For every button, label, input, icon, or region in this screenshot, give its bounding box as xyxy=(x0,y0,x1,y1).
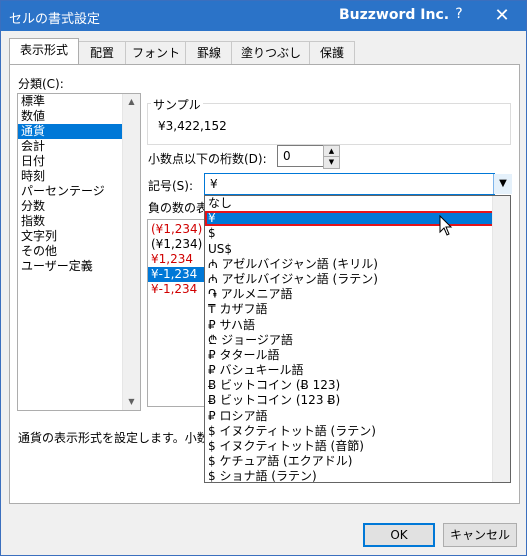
symbol-option[interactable]: $ xyxy=(205,226,510,241)
symbol-list-scrollbar[interactable] xyxy=(492,196,510,482)
tab-alignment[interactable]: 配置 xyxy=(77,41,127,64)
category-label: 分類(C): xyxy=(18,77,64,91)
symbol-option[interactable]: ₽ ロシア語 xyxy=(205,409,510,424)
symbol-option[interactable]: Ƀ ビットコイン (123 Ƀ) xyxy=(205,393,510,408)
symbol-dropdown-list[interactable]: なし ¥ $ US$ ₼ アゼルバイジャン語 (キリル) ₼ アゼルバイジャン語 (ラテン… xyxy=(204,195,511,483)
symbol-option[interactable]: ֏ アルメニア語 xyxy=(205,287,510,302)
negative-numbers-label: 負の数の表 xyxy=(148,201,209,215)
symbol-label: 記号(S): xyxy=(148,179,194,193)
symbol-option[interactable]: ₸ カザフ語 xyxy=(205,302,510,317)
symbol-option[interactable]: $ ケチュア語 (エクアドル) xyxy=(205,454,510,469)
decimal-places-label: 小数点以下の桁数(D): xyxy=(148,152,267,166)
close-button[interactable]: ✕ xyxy=(488,5,516,27)
window-title: セルの書式設定 xyxy=(9,12,101,27)
symbol-option[interactable]: ₽ バシュキール語 xyxy=(205,363,510,378)
scroll-down-icon[interactable]: ▼ xyxy=(123,394,140,410)
symbol-option[interactable]: $ イヌクティトット語 (ラテン) xyxy=(205,424,510,439)
symbol-select[interactable]: ¥ xyxy=(204,173,495,195)
tab-protection[interactable]: 保護 xyxy=(309,41,355,64)
sample-label: サンプル xyxy=(151,96,203,113)
negative-format-item[interactable]: ¥-1,234 xyxy=(148,282,208,297)
title-bar: セルの書式設定 Buzzword Inc. ? ✕ xyxy=(1,1,526,31)
spin-down-icon[interactable]: ▼ xyxy=(323,156,340,169)
symbol-option[interactable]: ₽ サハ語 xyxy=(205,318,510,333)
symbol-option[interactable]: なし xyxy=(205,196,510,211)
sample-value: ¥3,422,152 xyxy=(158,119,227,133)
format-description: 通貨の表示形式を設定します。小数点 xyxy=(18,431,221,445)
negative-format-item[interactable]: ¥1,234 xyxy=(148,252,208,267)
symbol-option[interactable]: ₽ タタール語 xyxy=(205,348,510,363)
cancel-button[interactable]: キャンセル xyxy=(443,523,517,547)
negative-format-item[interactable]: (¥1,234) xyxy=(148,222,208,237)
mouse-pointer-icon xyxy=(439,215,453,236)
tab-font[interactable]: フォント xyxy=(125,41,187,64)
tab-fill[interactable]: 塗りつぶし xyxy=(231,41,311,64)
category-list[interactable]: 標準 数値 通貨 会計 日付 時刻 パーセンテージ 分数 指数 文字列 その他 ユーザー定義 ▲ ▼ xyxy=(17,93,141,411)
symbol-option[interactable]: ₾ ジョージア語 xyxy=(205,333,510,348)
tab-number-format[interactable]: 表示形式 xyxy=(9,38,79,64)
help-button[interactable]: ? xyxy=(447,6,471,26)
chevron-down-icon[interactable]: ▼ xyxy=(493,174,512,194)
symbol-option[interactable]: ₼ アゼルバイジャン語 (ラテン) xyxy=(205,272,510,287)
symbol-option[interactable]: ₼ アゼルバイジャン語 (キリル) xyxy=(205,257,510,272)
format-cells-dialog: セルの書式設定 Buzzword Inc. ? ✕ 表示形式 配置 フォント 罫… xyxy=(0,0,527,556)
ok-button[interactable]: OK xyxy=(363,523,435,547)
symbol-option[interactable]: US$ xyxy=(205,242,510,257)
negative-format-item[interactable]: (¥1,234) xyxy=(148,237,208,252)
symbol-option[interactable]: Ƀ ビットコイン (Ƀ 123) xyxy=(205,378,510,393)
symbol-option[interactable]: ¥ xyxy=(205,211,510,227)
symbol-option[interactable]: $ イヌクティトット語 (音節) xyxy=(205,439,510,454)
decimal-places-input[interactable]: 0 xyxy=(277,145,324,167)
tab-border[interactable]: 罫線 xyxy=(185,41,233,64)
symbol-option[interactable]: $ ショナ語 (ラテン) xyxy=(205,469,510,482)
negative-numbers-list[interactable]: (¥1,234) (¥1,234) ¥1,234 ¥-1,234 ¥-1,234 xyxy=(147,219,209,407)
category-scrollbar[interactable]: ▲ ▼ xyxy=(122,94,140,410)
scroll-up-icon[interactable]: ▲ xyxy=(123,94,140,110)
negative-format-item[interactable]: ¥-1,234 xyxy=(148,267,208,282)
brand-label: Buzzword Inc. xyxy=(339,7,450,23)
